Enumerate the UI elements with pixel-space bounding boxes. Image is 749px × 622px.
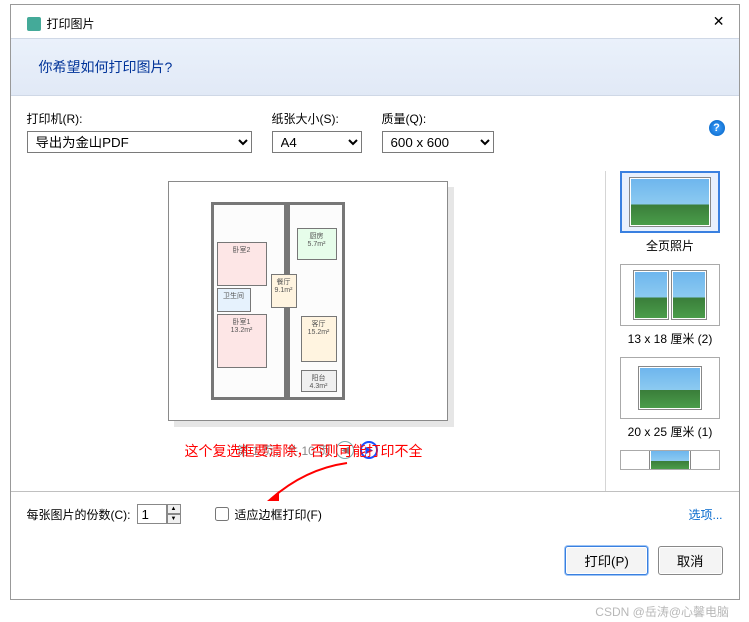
- copies-input[interactable]: [137, 504, 167, 524]
- paper-size-label: 纸张大小(S):: [272, 110, 362, 127]
- help-icon[interactable]: ?: [709, 120, 725, 136]
- fit-frame-checkbox[interactable]: [215, 507, 229, 521]
- layout-more[interactable]: [616, 450, 725, 474]
- paper-size-select[interactable]: A4: [272, 131, 362, 153]
- window-title: 打印图片: [47, 15, 95, 32]
- close-button[interactable]: ✕: [713, 13, 725, 30]
- bottom-row: 每张图片的份数(C): ▲ ▼ 适应边框打印(F) 选项...: [11, 491, 739, 536]
- preview-frame: 卧室2 卧室113.2m² 卫生间 餐厅9.1m² 客厅15.2m² 厨房5.7…: [168, 181, 448, 421]
- quality-label: 质量(Q):: [382, 110, 494, 127]
- copies-spinner[interactable]: ▲ ▼: [137, 504, 183, 524]
- print-button[interactable]: 打印(P): [565, 546, 647, 575]
- print-dialog: ✕ 打印图片 你希望如何打印图片? 打印机(R): 导出为金山PDF 纸张大小(…: [10, 4, 740, 600]
- layout-label: 20 x 25 厘米 (1): [616, 423, 725, 440]
- floorplan-image: 卧室2 卧室113.2m² 卫生间 餐厅9.1m² 客厅15.2m² 厨房5.7…: [211, 202, 371, 402]
- button-row: 打印(P) 取消: [11, 536, 739, 589]
- layout-list[interactable]: 全页照片 13 x 18 厘米 (2) 20 x 25 厘米 (1): [605, 171, 725, 491]
- layout-20x25[interactable]: 20 x 25 厘米 (1): [616, 357, 725, 440]
- copies-label: 每张图片的份数(C):: [27, 506, 131, 523]
- print-icon: [27, 17, 41, 31]
- thumb-image: [639, 367, 701, 409]
- layout-full-page[interactable]: 全页照片: [616, 171, 725, 254]
- title-bar: 打印图片: [11, 5, 739, 38]
- options-link[interactable]: 选项...: [688, 506, 722, 523]
- banner-question: 你希望如何打印图片?: [39, 59, 173, 75]
- banner: 你希望如何打印图片?: [11, 38, 739, 96]
- spin-down[interactable]: ▼: [167, 514, 181, 524]
- thumb-image: [650, 450, 690, 470]
- control-row: 打印机(R): 导出为金山PDF 纸张大小(S): A4 质量(Q): 600 …: [11, 96, 739, 161]
- printer-select[interactable]: 导出为金山PDF: [27, 131, 252, 153]
- fit-frame-label: 适应边框打印(F): [235, 506, 322, 523]
- main-area: 卧室2 卧室113.2m² 卫生间 餐厅9.1m² 客厅15.2m² 厨房5.7…: [11, 161, 739, 491]
- watermark: CSDN @岳涛@心馨电脑: [595, 603, 729, 620]
- preview-pane: 卧室2 卧室113.2m² 卫生间 餐厅9.1m² 客厅15.2m² 厨房5.7…: [25, 171, 591, 491]
- printer-label: 打印机(R):: [27, 110, 252, 127]
- layout-label: 全页照片: [616, 237, 725, 254]
- layout-label: 13 x 18 厘米 (2): [616, 330, 725, 347]
- annotation-text: 这个复选框要清除，否则可能打印不全: [185, 441, 423, 461]
- thumb-image: [630, 178, 710, 226]
- thumb-image: [672, 271, 706, 319]
- spin-up[interactable]: ▲: [167, 504, 181, 514]
- thumb-image: [634, 271, 668, 319]
- cancel-button[interactable]: 取消: [658, 546, 723, 575]
- layout-13x18[interactable]: 13 x 18 厘米 (2): [616, 264, 725, 347]
- quality-select[interactable]: 600 x 600: [382, 131, 494, 153]
